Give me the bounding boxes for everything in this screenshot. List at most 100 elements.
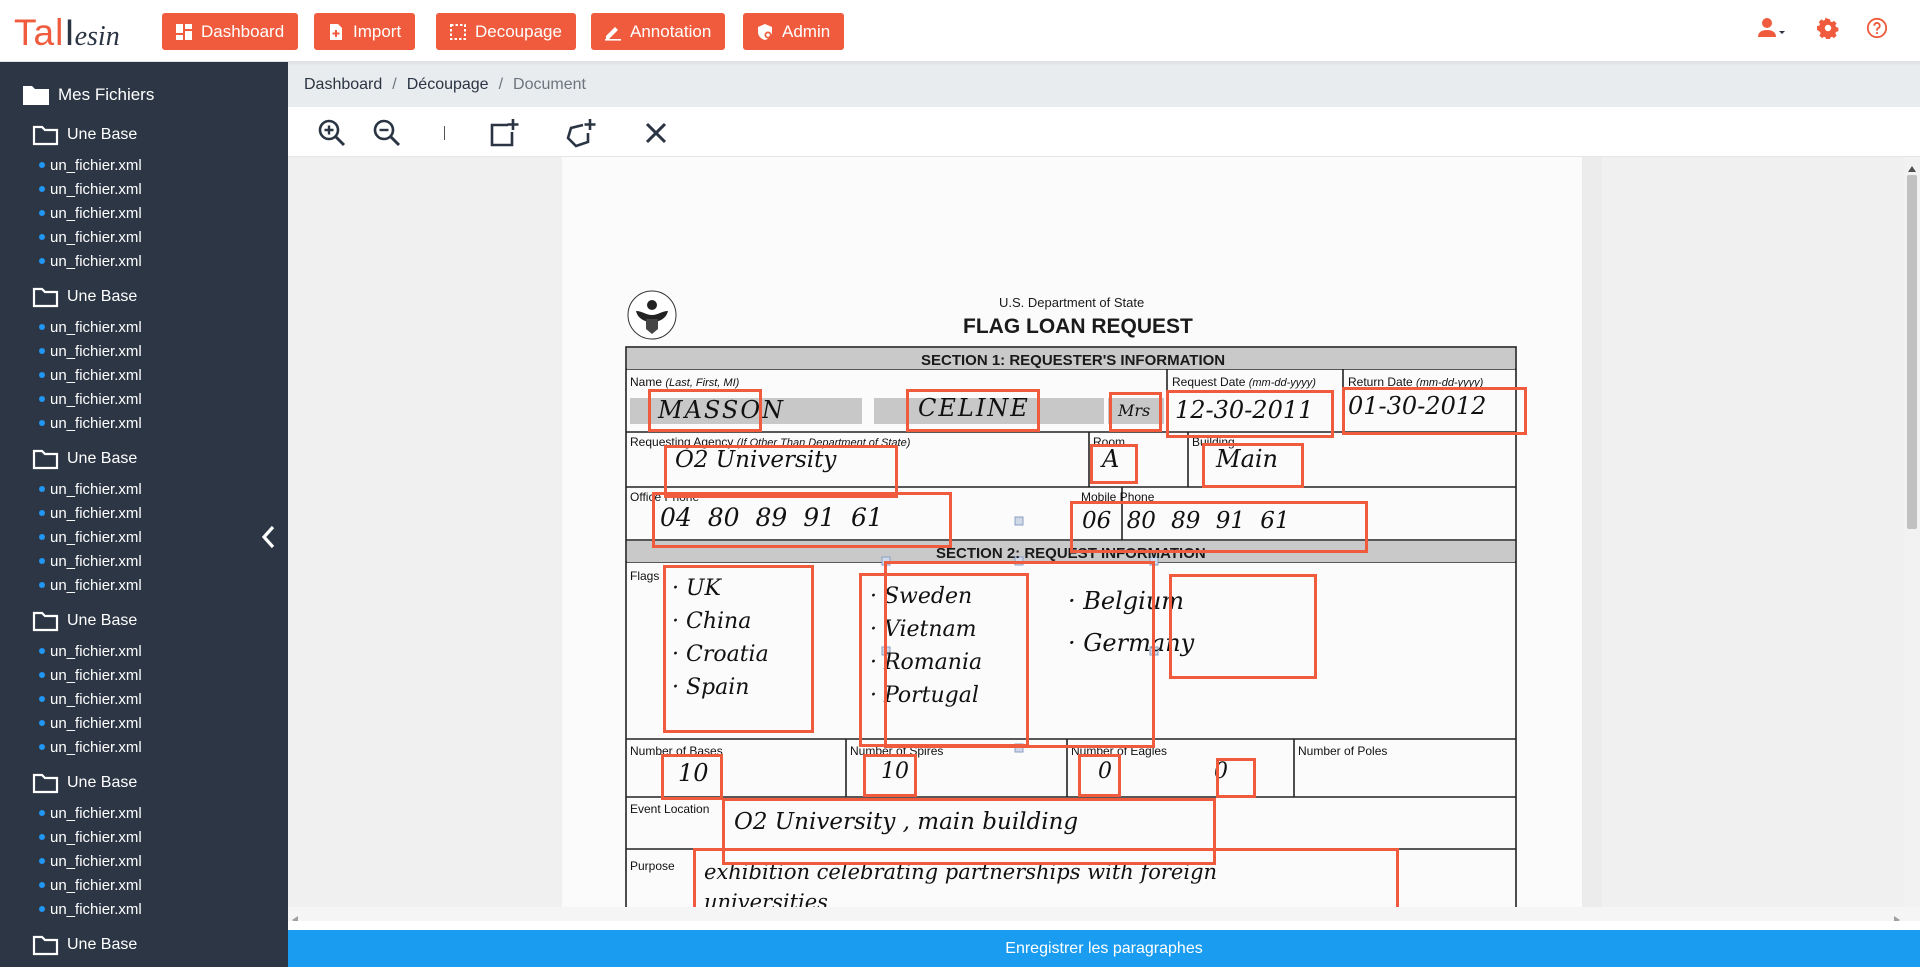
sidebar-file-item[interactable]: un_fichier.xml [32, 387, 142, 411]
label-request-date-text: Request Date [1172, 375, 1246, 389]
sidebar-file-label: un_fichier.xml [50, 666, 142, 684]
sidebar-file-item[interactable]: un_fichier.xml [32, 735, 142, 759]
sidebar-file-label: un_fichier.xml [50, 156, 142, 174]
sidebar-file-item[interactable]: un_fichier.xml [32, 177, 142, 201]
scanned-form: U.S. Department of State FLAG LOAN REQUE… [562, 157, 1602, 921]
my-files-root[interactable]: Mes Fichiers [22, 83, 154, 106]
annotation-box[interactable] [1216, 758, 1256, 798]
sidebar-file-item[interactable]: un_fichier.xml [32, 525, 142, 549]
zoom-out-button[interactable] [371, 117, 403, 149]
annotation-box[interactable] [1078, 754, 1121, 797]
admin-button[interactable]: Admin [743, 13, 845, 50]
sidebar-file-label: un_fichier.xml [50, 576, 142, 594]
annotation-box[interactable] [1342, 387, 1527, 435]
sidebar-file-item[interactable]: un_fichier.xml [32, 363, 142, 387]
sidebar-file-label: un_fichier.xml [50, 414, 142, 432]
sidebar-base-label: Une Base [67, 774, 138, 791]
user-menu[interactable] [1757, 17, 1787, 39]
breadcrumb-dashboard[interactable]: Dashboard [304, 76, 382, 94]
import-button[interactable]: Import [314, 13, 416, 50]
sidebar-file-item[interactable]: un_fichier.xml [32, 711, 142, 735]
label-purpose: Purpose [630, 859, 675, 873]
sidebar-base-folder[interactable]: Une Base [32, 609, 142, 633]
file-dot-icon [39, 258, 45, 264]
sidebar-file-item[interactable]: un_fichier.xml [32, 897, 142, 921]
folder-icon [32, 611, 59, 631]
sidebar-base-label: Une Base [67, 126, 138, 143]
sidebar-file-item[interactable]: un_fichier.xml [32, 153, 142, 177]
sidebar-file-item[interactable]: un_fichier.xml [32, 801, 142, 825]
annotation-box[interactable] [663, 565, 814, 733]
annotation-box[interactable] [863, 754, 917, 797]
add-polygon-button[interactable] [565, 117, 597, 149]
sidebar-base-folder[interactable]: Une Base [32, 933, 137, 957]
sidebar-base-folder[interactable]: Une Base [32, 771, 142, 795]
annotation-box[interactable] [859, 573, 1029, 747]
annotation-box[interactable] [1202, 443, 1304, 488]
scroll-left-arrow[interactable] [292, 911, 298, 921]
sidebar-file-item[interactable]: un_fichier.xml [32, 825, 142, 849]
sidebar-file-item[interactable]: un_fichier.xml [32, 687, 142, 711]
file-dot-icon [39, 882, 45, 888]
vertical-scrollbar[interactable] [1904, 157, 1920, 918]
clear-selection-button[interactable] [640, 117, 672, 149]
sidebar-file-item[interactable]: un_fichier.xml [32, 411, 142, 435]
dashboard-button[interactable]: Dashboard [162, 13, 299, 50]
annotation-box[interactable] [906, 389, 1040, 432]
sidebar-file-item[interactable]: un_fichier.xml [32, 501, 142, 525]
add-box-button[interactable] [488, 117, 520, 149]
annotation-button[interactable]: Annotation [591, 13, 726, 50]
admin-button-label: Admin [782, 21, 831, 41]
sidebar-file-item[interactable]: un_fichier.xml [32, 549, 142, 573]
sidebar-file-item[interactable]: un_fichier.xml [32, 249, 142, 273]
sidebar-file-label: un_fichier.xml [50, 366, 142, 384]
annotation-box[interactable] [652, 492, 952, 548]
sidebar-file-item[interactable]: un_fichier.xml [32, 663, 142, 687]
sidebar-base-folder[interactable]: Une Base [32, 447, 142, 471]
sidebar-file-label: un_fichier.xml [50, 252, 142, 270]
logo-part-2: I [64, 12, 75, 53]
annotation-box[interactable] [1090, 444, 1138, 484]
folder-icon [32, 449, 59, 469]
sidebar-file-item[interactable]: un_fichier.xml [32, 225, 142, 249]
annotation-box[interactable] [648, 389, 762, 432]
annotation-box[interactable] [664, 445, 898, 498]
section-1-heading: SECTION 1: REQUESTER'S INFORMATION [921, 352, 1226, 369]
file-plus-icon [330, 23, 342, 40]
sidebar-file-label: un_fichier.xml [50, 900, 142, 918]
zoom-in-button[interactable] [316, 117, 348, 149]
help-button[interactable] [1866, 17, 1888, 39]
sidebar-file-item[interactable]: un_fichier.xml [32, 201, 142, 225]
breadcrumb-decoupage[interactable]: Découpage [407, 76, 489, 94]
annotation-box[interactable] [1109, 392, 1162, 432]
label-name: Name (Last, First, MI) [630, 375, 739, 389]
taliesin-logo[interactable]: Tal I esin [14, 12, 120, 53]
sidebar-file-item[interactable]: un_fichier.xml [32, 573, 142, 597]
horizontal-scrollbar[interactable] [288, 907, 1920, 921]
decoupage-button[interactable]: Decoupage [436, 13, 576, 50]
zoom-in-icon [318, 119, 346, 147]
sidebar-file-item[interactable]: un_fichier.xml [32, 873, 142, 897]
sidebar-file-item[interactable]: un_fichier.xml [32, 477, 142, 501]
annotation-box[interactable] [1070, 501, 1368, 553]
file-dot-icon [39, 834, 45, 840]
label-event-location: Event Location [630, 802, 710, 816]
sidebar-file-item[interactable]: un_fichier.xml [32, 639, 142, 663]
annotation-box[interactable] [661, 754, 723, 800]
save-paragraphs-button[interactable]: Enregistrer les paragraphes [288, 930, 1920, 967]
sidebar-file-item[interactable]: un_fichier.xml [32, 849, 142, 873]
annotation-box[interactable] [1169, 574, 1317, 679]
selection-icon [450, 23, 466, 40]
file-dot-icon [39, 372, 45, 378]
vertical-scroll-thumb[interactable] [1907, 175, 1917, 529]
settings-button[interactable] [1817, 17, 1839, 39]
sidebar-file-item[interactable]: un_fichier.xml [32, 315, 142, 339]
label-name-hint: (Last, First, MI) [665, 377, 740, 389]
annotation-box[interactable] [1166, 390, 1334, 438]
collapse-sidebar-button[interactable] [258, 524, 280, 550]
sidebar-base-folder[interactable]: Une Base [32, 123, 142, 147]
sidebar-base-label: Une Base [67, 612, 138, 629]
sidebar-base-folder[interactable]: Une Base [32, 285, 142, 309]
sidebar-file-item[interactable]: un_fichier.xml [32, 339, 142, 363]
scroll-right-arrow[interactable] [1894, 911, 1900, 921]
